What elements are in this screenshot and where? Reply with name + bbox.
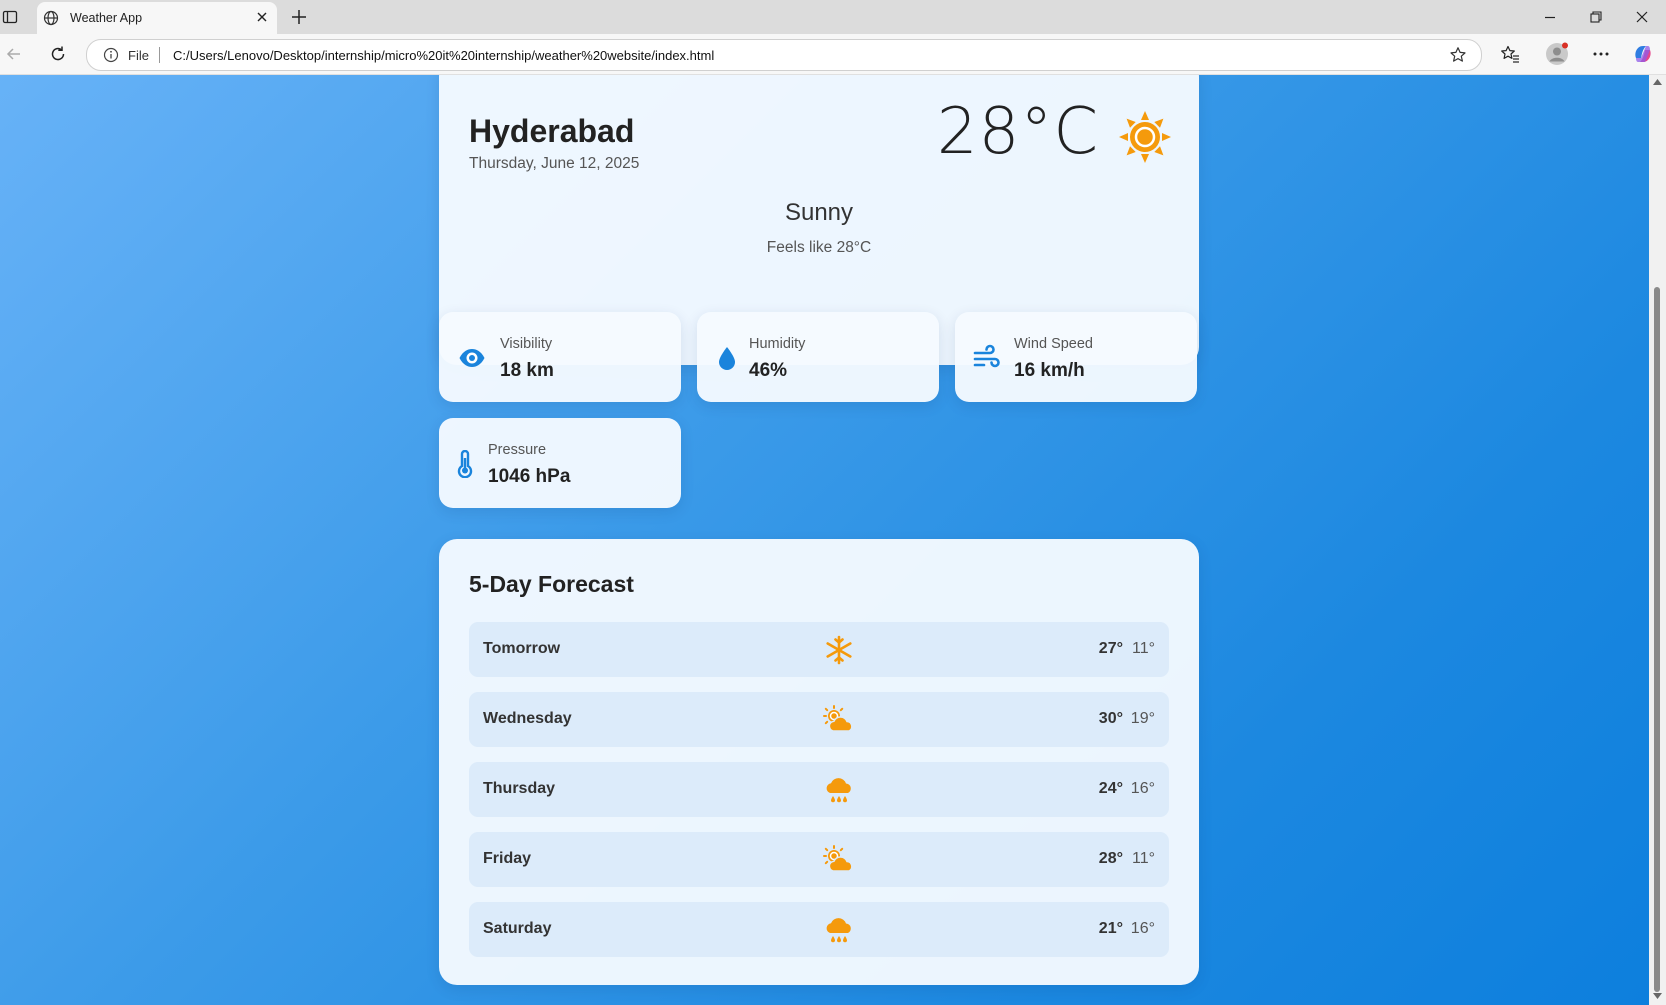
feels-like: Feels like 28°C: [766, 239, 872, 256]
favorite-star-icon[interactable]: [1449, 46, 1467, 64]
address-bar[interactable]: File C:/Users/Lenovo/Desktop/internship/…: [86, 39, 1482, 71]
eye-icon: [459, 349, 485, 367]
forecast-day: Friday: [483, 850, 532, 867]
forecast-low: 11°: [1131, 850, 1155, 867]
stat-label: Wind Speed: [1014, 336, 1093, 352]
back-icon[interactable]: [5, 45, 23, 63]
favorites-icon[interactable]: [1500, 44, 1520, 64]
wind-speed-card: Wind Speed 16 km/h: [955, 312, 1197, 402]
stat-value: 16 km/h: [1014, 360, 1085, 381]
forecast-day: Wednesday: [483, 710, 572, 727]
forecast-high: 28°: [1098, 850, 1123, 867]
browser-toolbar: File C:/Users/Lenovo/Desktop/internship/…: [0, 34, 1666, 75]
stat-value: 18 km: [500, 360, 554, 381]
forecast-high: 24°: [1098, 780, 1123, 797]
page-viewport: Hyderabad Thursday, June 12, 2025 28°C S…: [0, 75, 1649, 1005]
pressure-card: Pressure 1046 hPa: [439, 418, 681, 508]
forecast-high: 27°: [1098, 640, 1123, 657]
sidebar-toggle-icon[interactable]: [2, 9, 18, 25]
wind-icon: [973, 344, 1000, 368]
refresh-icon[interactable]: [49, 45, 67, 63]
forecast-day: Saturday: [483, 920, 552, 937]
forecast-row-tomorrow: Tomorrow 27° 11°: [469, 622, 1169, 677]
forecast-low: 11°: [1131, 640, 1155, 657]
snowflake-icon: [826, 635, 852, 665]
thermometer-icon: [457, 450, 473, 478]
current-temperature: 28°C: [936, 95, 1099, 169]
forecast-high: 21°: [1098, 920, 1123, 937]
city-name: Hyderabad: [469, 113, 635, 149]
partly-cloudy-icon: [823, 705, 853, 732]
page-scrollbar[interactable]: [1649, 75, 1666, 1005]
tab-bar: Weather App: [0, 0, 1666, 34]
stat-label: Humidity: [749, 336, 806, 352]
partly-cloudy-icon: [823, 845, 853, 872]
stat-label: Visibility: [500, 336, 553, 352]
forecast-row-wednesday: Wednesday 30° 19°: [469, 692, 1169, 747]
forecast-row-saturday: Saturday 21° 16°: [469, 902, 1169, 957]
stat-value: 1046 hPa: [488, 466, 571, 487]
restore-icon[interactable]: [1588, 9, 1604, 25]
forecast-title: 5-Day Forecast: [469, 571, 634, 597]
close-tab-icon[interactable]: [255, 10, 269, 24]
new-tab-icon[interactable]: [290, 8, 308, 26]
visibility-card: Visibility 18 km: [439, 312, 681, 402]
current-date: Thursday, June 12, 2025: [469, 155, 640, 172]
stat-value: 46%: [749, 360, 788, 381]
sun-icon: [1119, 111, 1171, 163]
stat-label: Pressure: [488, 442, 547, 458]
globe-icon: [43, 10, 59, 26]
tab-title: Weather App: [70, 11, 143, 25]
forecast-high: 30°: [1098, 710, 1123, 727]
rain-icon: [826, 918, 851, 943]
humidity-card: Humidity 46%: [697, 312, 939, 402]
minimize-icon[interactable]: [1542, 9, 1558, 25]
scrollbar-thumb[interactable]: [1654, 287, 1660, 992]
more-options-icon[interactable]: [1591, 44, 1611, 64]
scroll-down-arrow-icon[interactable]: [1653, 993, 1662, 999]
info-icon[interactable]: [103, 47, 119, 63]
address-prefix: File: [128, 48, 149, 63]
droplet-icon: [719, 347, 735, 370]
forecast-card: 5-Day Forecast Tomorrow 27° 11° Wednesda…: [439, 539, 1199, 985]
forecast-low: 19°: [1130, 710, 1155, 727]
address-separator: [159, 47, 160, 63]
rain-icon: [826, 778, 851, 803]
copilot-icon[interactable]: [1632, 43, 1654, 65]
forecast-row-friday: Friday 28° 11°: [469, 832, 1169, 887]
weather-condition: Sunny: [784, 199, 854, 226]
forecast-low: 16°: [1130, 780, 1155, 797]
profile-avatar-icon[interactable]: [1545, 42, 1569, 66]
forecast-low: 16°: [1130, 920, 1155, 937]
scroll-up-arrow-icon[interactable]: [1653, 79, 1662, 85]
close-window-icon[interactable]: [1634, 9, 1650, 25]
forecast-day: Tomorrow: [483, 640, 561, 657]
browser-tab[interactable]: Weather App: [37, 2, 277, 34]
url-text[interactable]: C:/Users/Lenovo/Desktop/internship/micro…: [173, 48, 714, 63]
forecast-row-thursday: Thursday 24° 16°: [469, 762, 1169, 817]
forecast-day: Thursday: [483, 780, 556, 797]
